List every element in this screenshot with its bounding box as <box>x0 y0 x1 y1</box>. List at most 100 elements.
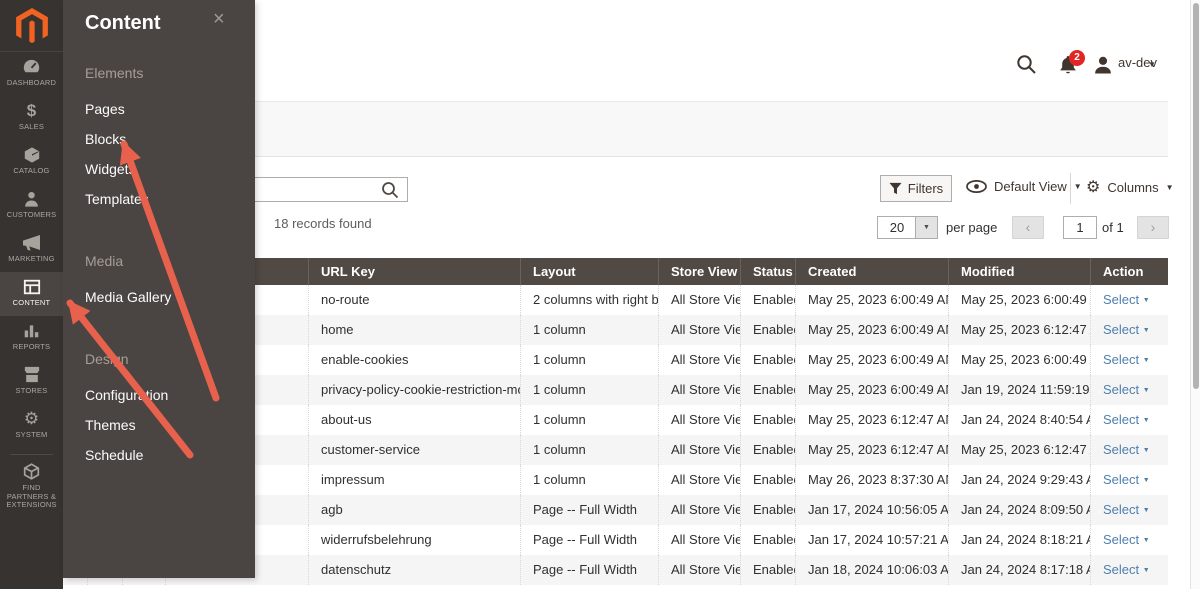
cell-layout: 1 column <box>520 375 658 405</box>
cell-status: Enabled <box>740 465 795 495</box>
column-header-modified[interactable]: Modified <box>948 258 1090 285</box>
cell-store-view: All Store Views <box>658 495 740 525</box>
cell-url-key: about-us <box>308 405 520 435</box>
sidebar-item-content[interactable]: CONTENT <box>0 272 63 316</box>
account-avatar-icon[interactable] <box>1094 56 1112 74</box>
cell-url-key: enable-cookies <box>308 345 520 375</box>
sidebar-item-stores[interactable]: STORES <box>0 360 63 404</box>
per-page-value: 20 <box>878 217 916 238</box>
sidebar-item-find-partners[interactable]: FIND PARTNERS & EXTENSIONS <box>0 457 63 513</box>
cell-modified: Jan 24, 2024 8:09:50 AM <box>948 495 1090 525</box>
flyout-item-themes[interactable]: Themes <box>85 417 255 433</box>
filters-button[interactable]: Filters <box>880 175 952 202</box>
cell-action: Select ▼ <box>1090 405 1168 435</box>
row-select-action[interactable]: Select ▼ <box>1103 532 1150 547</box>
row-select-action[interactable]: Select ▼ <box>1103 442 1150 457</box>
cell-store-view: All Store Views <box>658 285 740 315</box>
sidebar-item-sales[interactable]: $ SALES <box>0 96 63 140</box>
content-flyout-menu: Content × Elements Pages Blocks Widgets … <box>63 0 255 578</box>
row-select-action[interactable]: Select ▼ <box>1103 352 1150 367</box>
flyout-close-icon[interactable]: × <box>213 8 225 31</box>
sales-dollar-icon: $ <box>27 101 36 121</box>
flyout-item-blocks[interactable]: Blocks <box>85 131 255 147</box>
cell-status: Enabled <box>740 435 795 465</box>
previous-page-button[interactable]: ‹ <box>1012 216 1044 239</box>
cell-status: Enabled <box>740 345 795 375</box>
per-page-select[interactable]: 20 ▼ <box>877 216 938 239</box>
sidebar-item-customers[interactable]: CUSTOMERS <box>0 184 63 228</box>
flyout-section-elements: Elements <box>85 65 255 81</box>
cell-store-view: All Store Views <box>658 405 740 435</box>
default-view-label: Default View <box>994 179 1067 194</box>
cell-url-key: widerrufsbelehrung <box>308 525 520 555</box>
sidebar-item-system[interactable]: ⚙ SYSTEM <box>0 404 63 448</box>
cell-layout: Page -- Full Width <box>520 495 658 525</box>
page-of-label: of 1 <box>1102 220 1124 235</box>
row-select-action[interactable]: Select ▼ <box>1103 472 1150 487</box>
cell-store-view: All Store Views <box>658 525 740 555</box>
cell-created: May 25, 2023 6:12:47 AM <box>795 405 948 435</box>
column-header-status[interactable]: Status <box>740 258 795 285</box>
current-page-input[interactable] <box>1063 216 1097 239</box>
sidebar-item-dashboard[interactable]: DASHBOARD <box>0 52 63 96</box>
cell-store-view: All Store Views <box>658 375 740 405</box>
cell-created: May 25, 2023 6:00:49 AM <box>795 285 948 315</box>
cell-modified: May 25, 2023 6:12:47 AM <box>948 435 1090 465</box>
sidebar-item-catalog[interactable]: CATALOG <box>0 140 63 184</box>
row-select-action[interactable]: Select ▼ <box>1103 322 1150 337</box>
column-header-store-view[interactable]: Store View <box>658 258 740 285</box>
column-header-url-key[interactable]: URL Key <box>308 258 520 285</box>
row-select-action[interactable]: Select ▼ <box>1103 292 1150 307</box>
row-select-action[interactable]: Select ▼ <box>1103 502 1150 517</box>
cell-url-key: home <box>308 315 520 345</box>
cell-status: Enabled <box>740 405 795 435</box>
columns-dropdown[interactable]: ⚙ Columns ▼ <box>1086 179 1174 196</box>
flyout-item-media-gallery[interactable]: Media Gallery <box>85 289 255 305</box>
column-header-layout[interactable]: Layout <box>520 258 658 285</box>
records-found-text: 18 records found <box>274 216 372 231</box>
default-view-dropdown[interactable]: Default View ▼ <box>966 179 1082 194</box>
vertical-scrollbar[interactable] <box>1190 0 1200 589</box>
cell-url-key: no-route <box>308 285 520 315</box>
dashboard-gauge-icon <box>22 57 41 76</box>
columns-gear-icon: ⚙ <box>1086 179 1100 196</box>
cell-layout: 1 column <box>520 405 658 435</box>
row-select-action[interactable]: Select ▼ <box>1103 382 1150 397</box>
column-header-created[interactable]: Created <box>795 258 948 285</box>
cell-created: Jan 18, 2024 10:06:03 AM <box>795 555 948 585</box>
flyout-item-configuration[interactable]: Configuration <box>85 387 255 403</box>
flyout-item-widgets[interactable]: Widgets <box>85 161 255 177</box>
sidebar-item-reports[interactable]: REPORTS <box>0 316 63 360</box>
cell-store-view: All Store Views <box>658 315 740 345</box>
flyout-item-schedule[interactable]: Schedule <box>85 447 255 463</box>
magento-logo[interactable] <box>0 0 63 52</box>
cell-action: Select ▼ <box>1090 495 1168 525</box>
toolbar-divider <box>1070 173 1071 204</box>
account-menu-caret-icon[interactable]: ▼ <box>1148 60 1156 69</box>
notification-count-badge[interactable]: 2 <box>1069 50 1085 66</box>
flyout-section-design: Design <box>85 351 255 367</box>
cell-modified: Jan 24, 2024 8:40:54 AM <box>948 405 1090 435</box>
cell-created: May 26, 2023 8:37:30 AM <box>795 465 948 495</box>
search-submit-icon[interactable] <box>381 181 399 199</box>
sidebar-divider <box>10 454 53 455</box>
row-select-action[interactable]: Select ▼ <box>1103 562 1150 577</box>
filters-label: Filters <box>908 181 943 196</box>
global-search-icon[interactable] <box>1016 54 1037 75</box>
customers-person-icon <box>23 190 40 208</box>
cell-store-view: All Store Views <box>658 345 740 375</box>
scrollbar-thumb[interactable] <box>1193 3 1199 389</box>
flyout-item-pages[interactable]: Pages <box>85 101 255 117</box>
cell-store-view: All Store Views <box>658 555 740 585</box>
cell-created: Jan 17, 2024 10:56:05 AM <box>795 495 948 525</box>
marketing-megaphone-icon <box>22 234 41 251</box>
cell-created: May 25, 2023 6:00:49 AM <box>795 375 948 405</box>
columns-label: Columns <box>1107 180 1158 195</box>
cell-status: Enabled <box>740 495 795 525</box>
sidebar-item-marketing[interactable]: MARKETING <box>0 228 63 272</box>
magento-logo-icon <box>16 8 48 44</box>
next-page-button[interactable]: › <box>1137 216 1169 239</box>
cell-layout: 1 column <box>520 435 658 465</box>
flyout-item-templates[interactable]: Templates <box>85 191 255 207</box>
row-select-action[interactable]: Select ▼ <box>1103 412 1150 427</box>
